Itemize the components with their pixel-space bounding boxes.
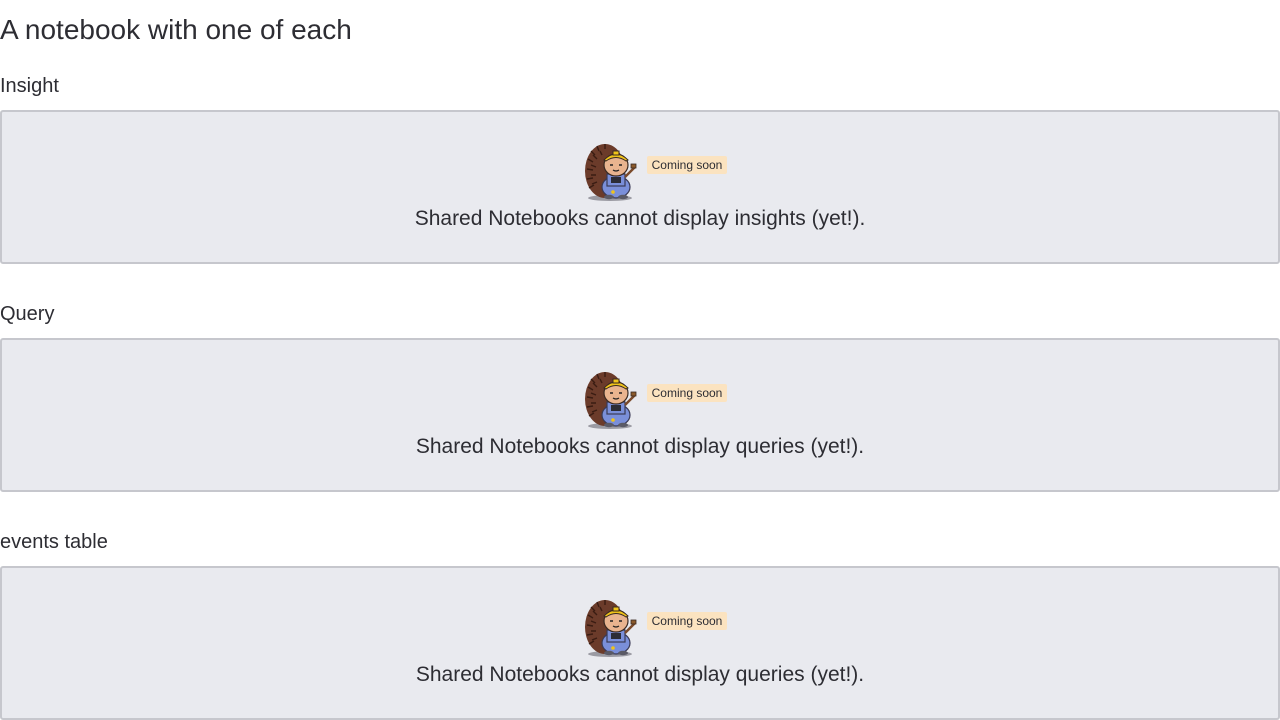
shared-notebook-page: A notebook with one of each Insight Comi…	[0, 0, 1280, 720]
hedgehog-builder-icon	[584, 372, 637, 429]
card-header-row: Coming soon	[2, 139, 1278, 201]
card-message: Shared Notebooks cannot display queries …	[415, 435, 865, 458]
section-heading: Query	[0, 303, 55, 325]
section-heading: events table	[0, 531, 108, 553]
hedgehog-builder-icon	[584, 600, 637, 657]
coming-soon-card: Coming soon Shared Notebooks cannot disp…	[0, 566, 1280, 720]
hedgehog-builder-icon	[584, 144, 637, 201]
coming-soon-card: Coming soon Shared Notebooks cannot disp…	[0, 110, 1280, 264]
notebook-section-query: Query Coming soon Shared Notebooks canno…	[0, 300, 1280, 492]
card-message: Shared Notebooks cannot display queries …	[415, 663, 865, 686]
notebook-section-events-table: events table Coming soon Shared Notebook…	[0, 528, 1280, 720]
notebook-title: A notebook with one of each	[0, 14, 352, 45]
card-header-row: Coming soon	[2, 595, 1278, 657]
coming-soon-card: Coming soon Shared Notebooks cannot disp…	[0, 338, 1280, 492]
coming-soon-badge: Coming soon	[646, 156, 728, 174]
section-heading: Insight	[0, 75, 59, 97]
coming-soon-badge: Coming soon	[646, 384, 728, 402]
card-message: Shared Notebooks cannot display insights…	[414, 207, 866, 230]
coming-soon-badge: Coming soon	[646, 612, 728, 630]
card-header-row: Coming soon	[2, 367, 1278, 429]
notebook-section-insight: Insight Coming soon Shared Notebooks can…	[0, 72, 1280, 264]
